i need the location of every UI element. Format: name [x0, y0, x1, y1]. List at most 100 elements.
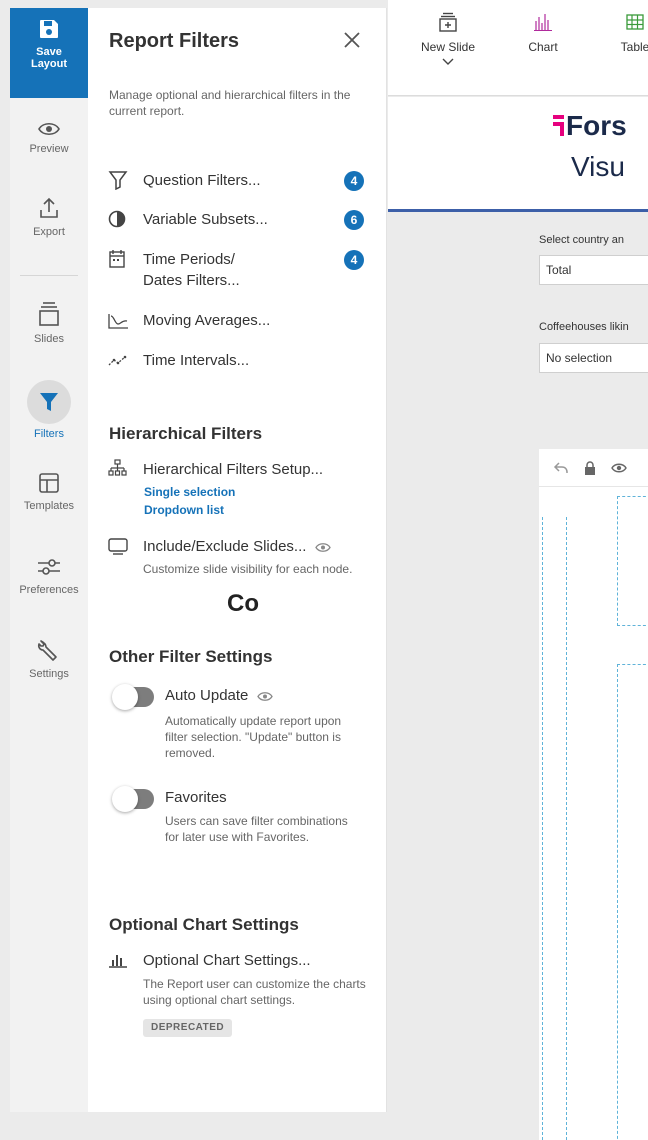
favorites-toggle[interactable]	[112, 786, 154, 812]
dropdown-list-link[interactable]: Dropdown list	[144, 503, 224, 517]
report-canvas-area: New Slide Chart Table Fors Visu Select c…	[388, 0, 648, 1140]
favorites-toggle-knob	[112, 786, 138, 812]
slide-margin-guide	[542, 517, 543, 1140]
auto-update-eye-icon[interactable]	[256, 691, 273, 702]
rail-label-slides: Slides	[34, 333, 64, 345]
include-exclude-label: Include/Exclude Slides...	[143, 538, 307, 555]
question-filters-label: Question Filters...	[143, 172, 261, 189]
eye-icon	[38, 122, 60, 136]
rail-label-filters: Filters	[34, 428, 64, 440]
slide-margin-guide-inner	[566, 517, 567, 1140]
logo-text-line2: Visu	[571, 151, 625, 182]
time-periods-badge: 4	[344, 250, 364, 270]
hierarchy-icon	[108, 459, 127, 476]
include-exclude-desc: Customize slide visibility for each node…	[143, 562, 353, 576]
rail-item-preferences[interactable]: Preferences	[10, 556, 88, 596]
bar-chart-icon	[109, 955, 127, 968]
rail-item-export[interactable]: Export	[10, 196, 88, 238]
rail-item-preview[interactable]: Preview	[10, 121, 88, 155]
optional-chart-settings-heading: Optional Chart Settings	[109, 915, 299, 934]
logo-text-line1: Fors	[566, 110, 627, 141]
new-slide-label: New Slide	[420, 40, 476, 54]
save-label-1: Save	[36, 46, 62, 58]
title-placeholder[interactable]	[617, 496, 648, 626]
save-label-2: Layout	[30, 58, 68, 70]
slides-icon	[39, 302, 59, 326]
deprecated-tag: DEPRECATED	[143, 1019, 233, 1037]
time-periods-label-2: Dates Filters...	[143, 272, 240, 289]
auto-update-desc: Automatically update report upon filter …	[165, 714, 342, 760]
table-button[interactable]: Table	[610, 12, 648, 54]
rail-label-export: Export	[33, 226, 65, 238]
top-toolbar: New Slide Chart Table	[388, 0, 648, 96]
time-intervals-icon	[108, 355, 127, 366]
time-periods-label-1: Time Periods/	[143, 251, 235, 268]
country-filter-label: Select country an	[539, 234, 624, 246]
slide-title-text: Co	[227, 590, 259, 617]
templates-icon	[39, 473, 59, 493]
hierarchical-setup-label: Hierarchical Filters Setup...	[143, 461, 324, 478]
rail-item-filters[interactable]: Filters	[10, 380, 88, 440]
auto-update-label-wrap: Auto Update	[165, 687, 273, 704]
variable-subsets-badge: 6	[344, 210, 364, 230]
chart-label: Chart	[528, 40, 558, 54]
table-label: Table	[620, 40, 648, 54]
rail-divider	[20, 275, 78, 276]
rail-item-settings[interactable]: Settings	[10, 638, 88, 680]
panel-title: Report Filters	[109, 30, 240, 52]
filter-icon	[40, 393, 58, 411]
table-icon	[626, 14, 644, 30]
report-filters-panel: Report Filters Manage optional and hiera…	[88, 8, 387, 1112]
moving-average-icon	[108, 314, 128, 329]
report-header-logo: Fors Visu	[388, 97, 648, 212]
calendar-icon	[109, 250, 125, 268]
rail-label-preview: Preview	[29, 143, 69, 155]
slide-eye-icon[interactable]	[611, 460, 627, 476]
hierarchical-filters-heading: Hierarchical Filters	[109, 424, 263, 443]
time-intervals-label: Time Intervals...	[143, 352, 250, 369]
rail-label-preferences: Preferences	[19, 584, 79, 596]
wrench-icon	[37, 640, 57, 661]
export-icon	[40, 197, 58, 218]
coffeehouse-filter-label: Coffeehouses likin	[539, 321, 629, 333]
save-icon	[40, 20, 58, 38]
rail-item-slides[interactable]: Slides	[10, 301, 88, 345]
slide-canvas[interactable]	[539, 449, 648, 1140]
slide-toolbar	[539, 449, 648, 487]
monitor-icon	[108, 538, 128, 555]
variable-subsets-label: Variable Subsets...	[143, 211, 268, 228]
auto-update-toggle-knob	[112, 684, 138, 710]
other-filter-settings-heading: Other Filter Settings	[109, 647, 273, 666]
coffeehouse-filter-select[interactable]: No selection	[539, 343, 648, 373]
circle-subset-icon	[108, 210, 126, 228]
undo-icon[interactable]	[553, 460, 569, 476]
chart-button[interactable]: Chart	[518, 12, 568, 54]
favorites-desc: Users can save filter combinations for l…	[165, 814, 348, 844]
auto-update-toggle[interactable]	[112, 684, 154, 710]
visibility-eye-icon[interactable]	[314, 542, 331, 553]
chevron-down-icon[interactable]	[442, 58, 454, 66]
rail-label-settings: Settings	[29, 668, 69, 680]
optional-chart-settings-desc: The Report user can customize the charts…	[143, 977, 366, 1007]
brand-mark-icon	[553, 115, 564, 136]
favorites-label: Favorites	[165, 789, 227, 806]
moving-averages-label: Moving Averages...	[143, 312, 271, 329]
optional-chart-settings-label: Optional Chart Settings...	[143, 952, 311, 969]
save-layout-button[interactable]: Save Layout	[10, 8, 88, 98]
include-exclude-label-wrap: Include/Exclude Slides...	[143, 536, 331, 557]
single-selection-link[interactable]: Single selection	[144, 485, 235, 499]
content-placeholder[interactable]	[617, 664, 648, 1140]
close-icon[interactable]	[340, 28, 364, 52]
rail-item-templates[interactable]: Templates	[10, 472, 88, 512]
preferences-icon	[38, 559, 60, 575]
chart-icon	[534, 14, 552, 31]
rail-label-templates: Templates	[23, 500, 75, 512]
new-slide-button[interactable]: New Slide	[416, 12, 480, 74]
funnel-outline-icon	[108, 171, 128, 190]
auto-update-label: Auto Update	[165, 687, 249, 704]
lock-icon[interactable]	[582, 460, 598, 476]
new-slide-icon	[439, 12, 457, 32]
panel-description: Manage optional and hierarchical filters…	[109, 88, 351, 118]
nav-rail: Save Layout Preview Export Slides Filter…	[10, 8, 88, 1112]
country-filter-select[interactable]: Total	[539, 255, 648, 285]
